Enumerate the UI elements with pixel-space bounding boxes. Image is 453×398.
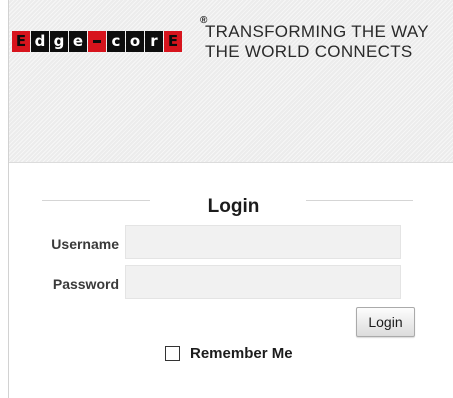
- logo-letter: g: [50, 31, 68, 52]
- remember-me[interactable]: Remember Me: [165, 345, 293, 362]
- login-title: Login: [207, 196, 260, 217]
- tagline-line-1: TRANSFORMING THE WAY: [205, 22, 429, 41]
- login-page: E d g e c o r E ® TRANSFORMING THE WAY T…: [8, 0, 453, 398]
- remember-me-label[interactable]: Remember Me: [190, 345, 293, 362]
- logo-letter: c: [107, 31, 125, 52]
- logo-letter: E: [12, 31, 30, 52]
- edgecore-logo: E d g e c o r E: [12, 31, 183, 53]
- password-input[interactable]: [125, 265, 401, 299]
- remember-me-checkbox[interactable]: [165, 346, 180, 361]
- logo-letter: E: [164, 31, 182, 52]
- logo-dash: [88, 31, 106, 52]
- username-label: Username: [51, 236, 119, 252]
- login-form: Login Username Password Login Remember M…: [9, 164, 453, 398]
- tagline: TRANSFORMING THE WAY THE WORLD CONNECTS: [205, 22, 429, 62]
- login-button[interactable]: Login: [356, 307, 415, 337]
- tagline-line-2: THE WORLD CONNECTS: [205, 42, 413, 61]
- header-banner: E d g e c o r E ® TRANSFORMING THE WAY T…: [9, 0, 453, 163]
- logo-letter: e: [69, 31, 87, 52]
- username-input[interactable]: [125, 225, 401, 259]
- password-label: Password: [52, 276, 119, 292]
- logo-letter: d: [31, 31, 49, 52]
- logo-letter: o: [126, 31, 144, 52]
- logo-letter: r: [145, 31, 163, 52]
